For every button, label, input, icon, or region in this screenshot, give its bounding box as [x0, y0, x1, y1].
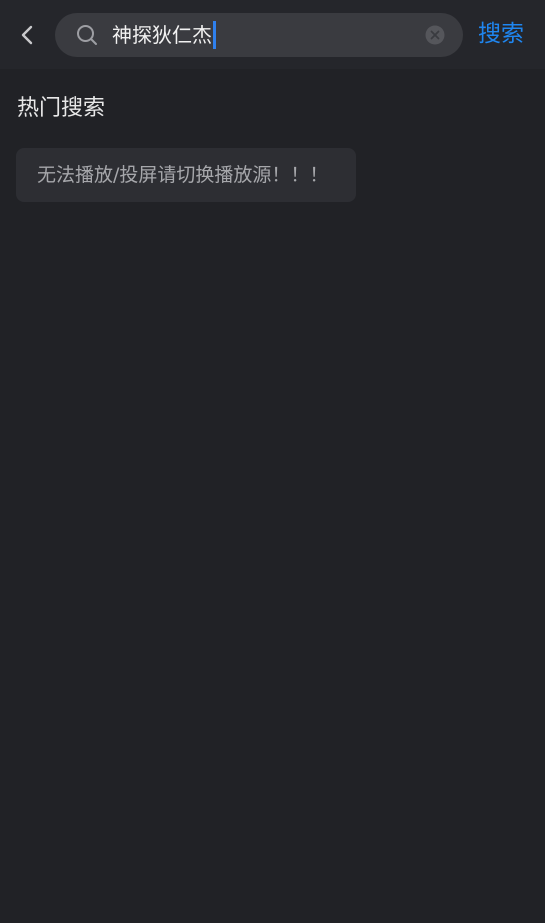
chevron-left-icon [21, 25, 33, 45]
search-input[interactable]: 神探狄仁杰 [112, 13, 412, 57]
search-input-text: 神探狄仁杰 [112, 23, 212, 47]
search-icon [77, 25, 97, 45]
hot-search-item[interactable]: 无法播放/投屏请切换播放源！！！ [16, 148, 357, 202]
clear-icon[interactable] [425, 25, 445, 45]
hot-search-title: 热门搜索 [17, 96, 106, 121]
top-bar: 神探狄仁杰 搜索 [0, 0, 545, 69]
back-button[interactable] [10, 17, 46, 53]
text-cursor [213, 21, 216, 49]
search-box[interactable]: 神探狄仁杰 [55, 13, 463, 57]
search-button[interactable]: 搜索 [478, 17, 524, 51]
hot-search-list: 无法播放/投屏请切换播放源！！！ [16, 148, 357, 202]
